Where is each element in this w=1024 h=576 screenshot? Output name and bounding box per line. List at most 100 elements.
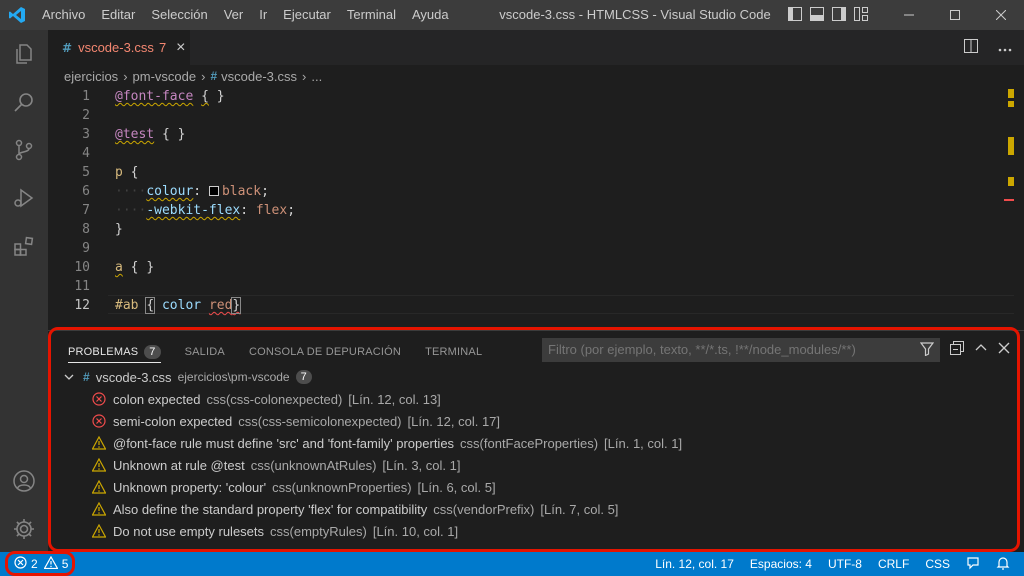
error-icon — [92, 392, 106, 406]
minimize-icon[interactable] — [886, 0, 932, 30]
problem-message: Unknown at rule @test — [113, 457, 245, 473]
source-control-icon[interactable] — [0, 126, 48, 174]
chevron-right-icon: › — [123, 68, 128, 84]
problem-source: css(css-colonexpected) — [206, 391, 343, 407]
line-number: 8 — [82, 222, 90, 237]
toggle-panel-icon[interactable] — [810, 7, 824, 21]
warning-icon — [92, 458, 106, 472]
menu-ir[interactable]: Ir — [251, 0, 275, 30]
line-number: 9 — [82, 241, 90, 256]
split-editor-icon[interactable] — [964, 39, 978, 56]
problems-panel: PROBLEMAS 7 SALIDA CONSOLA DE DEPURACIÓN… — [48, 330, 1024, 552]
chevron-right-icon: › — [201, 68, 206, 84]
code-editor[interactable]: 1 @font-face { } 2 3 @test { } 4 5 p { 6 ···… — [48, 87, 1014, 327]
code-line-8: } — [115, 222, 123, 237]
problem-message: Unknown property: 'colour' — [113, 479, 267, 495]
maximize-icon[interactable] — [932, 0, 978, 30]
collapse-all-icon[interactable] — [950, 341, 964, 358]
menu-ayuda[interactable]: Ayuda — [404, 0, 457, 30]
encoding[interactable]: UTF-8 — [828, 557, 862, 571]
problem-file-group[interactable]: # vscode-3.css ejercicios\pm-vscode 7 — [48, 366, 1024, 388]
warning-icon — [92, 436, 106, 450]
line-number: 6 — [82, 184, 90, 199]
tab-salida[interactable]: SALIDA — [185, 346, 225, 358]
problem-location: [Lín. 12, col. 13] — [348, 391, 441, 407]
css-file-icon: # — [210, 69, 218, 83]
breadcrumb-folder-pm-vscode[interactable]: pm-vscode — [133, 69, 197, 84]
customize-layout-icon[interactable] — [854, 7, 868, 21]
editor-tabs: # vscode-3.css 7 × — [48, 30, 1024, 65]
problem-message: colon expected — [113, 391, 201, 407]
feedback-icon[interactable] — [966, 556, 980, 573]
problems-filter-input[interactable] — [542, 338, 940, 362]
tab-problemas[interactable]: PROBLEMAS 7 — [68, 345, 161, 363]
close-tab-icon[interactable]: × — [176, 39, 185, 56]
account-icon[interactable] — [0, 457, 48, 505]
menu-ver[interactable]: Ver — [216, 0, 252, 30]
explorer-files-icon[interactable] — [0, 30, 48, 78]
problem-location: [Lín. 12, col. 17] — [407, 413, 501, 429]
code-line-10: a { } — [115, 260, 155, 275]
menu-ejecutar[interactable]: Ejecutar — [275, 0, 339, 30]
problems-status[interactable]: 2 5 — [14, 552, 68, 576]
problem-row[interactable]: Also define the standard property 'flex'… — [48, 498, 1024, 520]
cursor-position[interactable]: Lín. 12, col. 17 — [655, 557, 734, 571]
line-number: 3 — [82, 127, 90, 142]
window-title: vscode-3.css - HTMLCSS - Visual Studio C… — [499, 7, 771, 22]
problem-location: [Lín. 7, col. 5] — [540, 501, 619, 517]
breadcrumb-folder-ejercicios[interactable]: ejercicios — [64, 69, 118, 84]
group-file-name: vscode-3.css — [95, 369, 172, 385]
editor-actions — [964, 39, 1012, 56]
language-mode[interactable]: CSS — [925, 557, 950, 571]
breadcrumb-symbols[interactable]: ... — [311, 69, 322, 84]
problem-location: [Lín. 6, col. 5] — [417, 479, 496, 495]
search-icon[interactable] — [0, 78, 48, 126]
extensions-icon[interactable] — [0, 222, 48, 270]
problem-message: Also define the standard property 'flex'… — [113, 501, 428, 517]
tab-vscode-3-css[interactable]: # vscode-3.css 7 × — [48, 30, 190, 65]
filter-icon[interactable] — [919, 342, 935, 359]
css-file-icon: # — [62, 40, 73, 55]
color-swatch[interactable] — [208, 186, 219, 196]
line-number: 1 — [82, 89, 90, 104]
notifications-bell-icon[interactable] — [996, 556, 1010, 573]
code-line-7: ····-webkit-flex: flex; — [115, 203, 296, 218]
menu-seleccion[interactable]: Selección — [143, 0, 215, 30]
problem-message: semi-colon expected — [113, 413, 233, 429]
settings-gear-icon[interactable] — [0, 505, 48, 553]
vscode-logo-icon — [0, 0, 34, 30]
tab-terminal[interactable]: TERMINAL — [425, 346, 482, 358]
toggle-sidebar-icon[interactable] — [788, 7, 802, 21]
tab-problem-count: 7 — [158, 40, 167, 55]
chevron-up-icon[interactable] — [974, 341, 988, 358]
end-of-line[interactable]: CRLF — [878, 557, 909, 571]
indentation[interactable]: Espacios: 4 — [750, 557, 812, 571]
problem-row[interactable]: Unknown property: 'colour' css(unknownPr… — [48, 476, 1024, 498]
close-panel-icon[interactable] — [998, 342, 1010, 357]
css-file-icon: # — [83, 370, 90, 384]
line-number: 2 — [82, 108, 90, 123]
line-number: 11 — [74, 279, 90, 294]
toggle-secondary-sidebar-icon[interactable] — [832, 7, 846, 21]
menu-editar[interactable]: Editar — [93, 0, 143, 30]
line-number: 12 — [74, 298, 90, 313]
menu-archivo[interactable]: Archivo — [34, 0, 93, 30]
problem-row[interactable]: Unknown at rule @test css(unknownAtRules… — [48, 454, 1024, 476]
problem-source: css(fontFaceProperties) — [460, 435, 599, 451]
run-debug-icon[interactable] — [0, 174, 48, 222]
problem-source: css(emptyRules) — [270, 523, 367, 539]
more-actions-icon[interactable] — [998, 40, 1012, 55]
problem-source: css(unknownProperties) — [272, 479, 412, 495]
tab-consola-depuracion[interactable]: CONSOLA DE DEPURACIÓN — [249, 346, 401, 358]
line-number: 5 — [82, 165, 90, 180]
menu-terminal[interactable]: Terminal — [339, 0, 404, 30]
group-path: ejercicios\pm-vscode — [177, 370, 290, 384]
problem-row[interactable]: colon expected css(css-colonexpected) [L… — [48, 388, 1024, 410]
breadcrumb-file[interactable]: vscode-3.css — [221, 69, 297, 84]
chevron-right-icon: › — [302, 68, 307, 84]
line-number: 10 — [74, 260, 90, 275]
problem-row[interactable]: semi-colon expected css(css-semicolonexp… — [48, 410, 1024, 432]
problem-row[interactable]: @font-face rule must define 'src' and 'f… — [48, 432, 1024, 454]
close-window-icon[interactable] — [978, 0, 1024, 30]
problem-row[interactable]: Do not use empty rulesets css(emptyRules… — [48, 520, 1024, 542]
